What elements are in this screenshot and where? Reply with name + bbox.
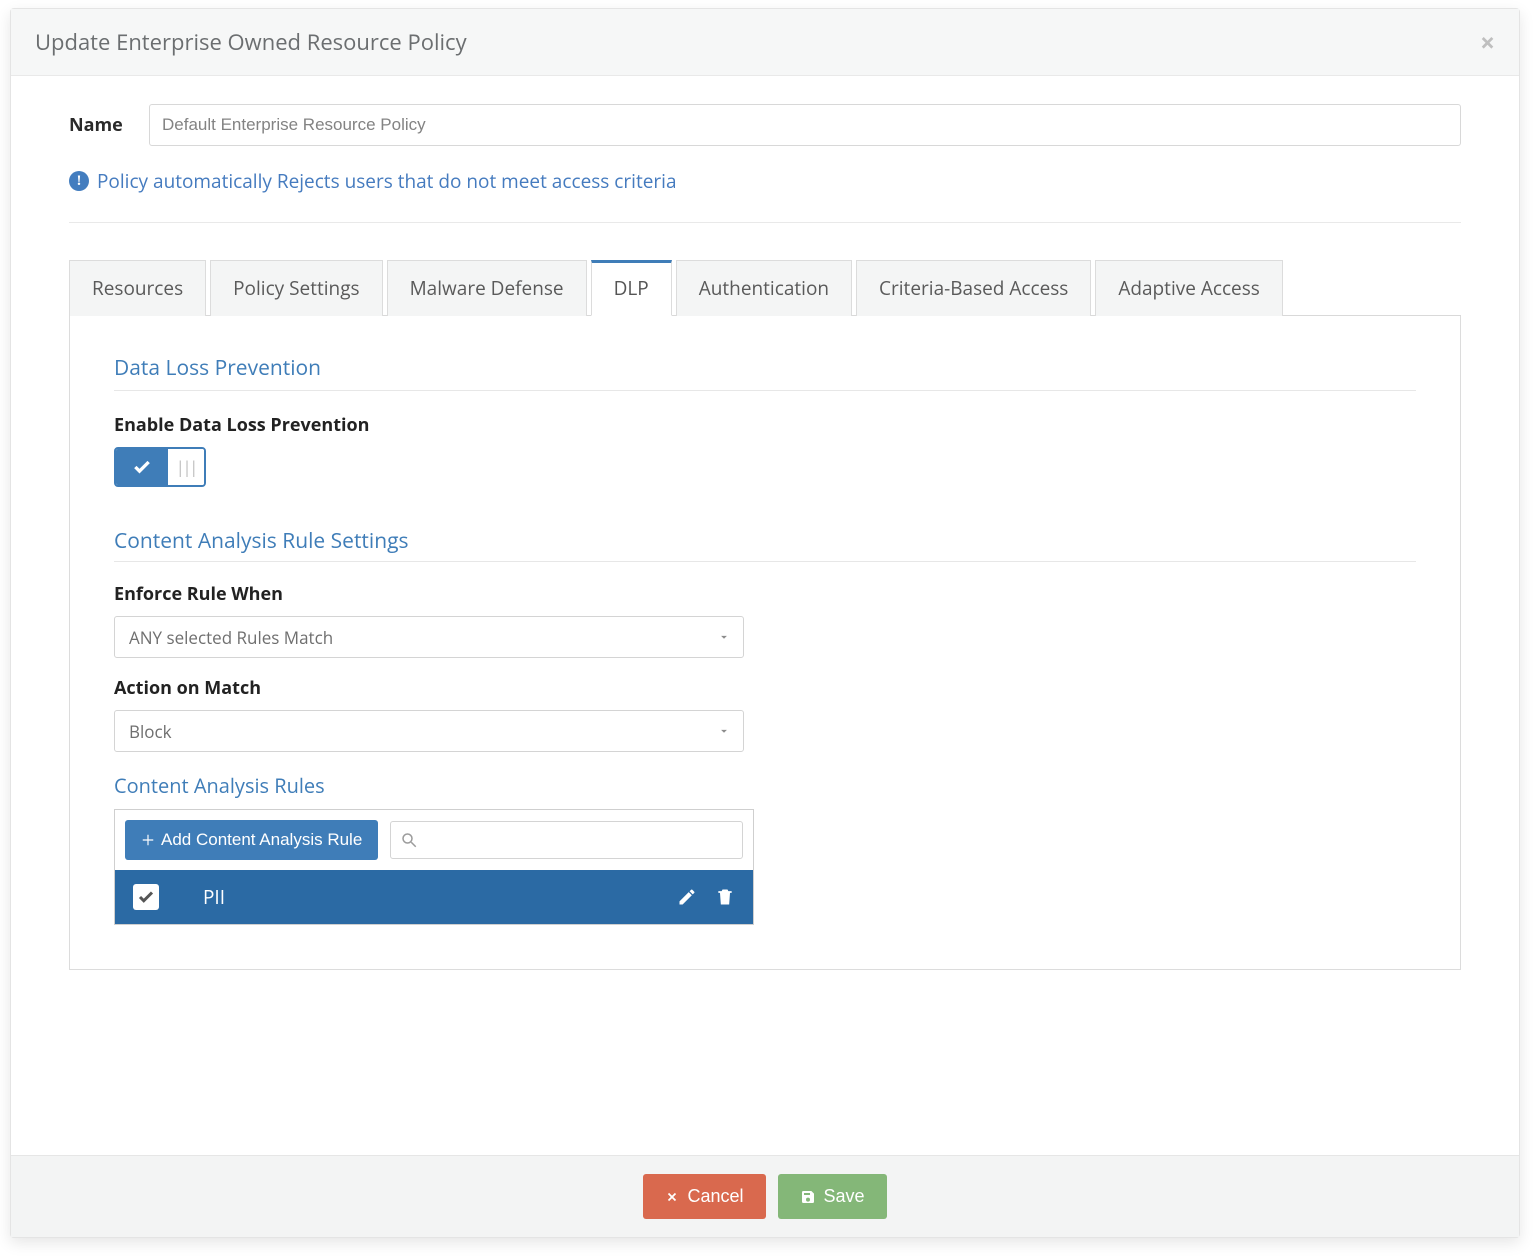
dialog-header: Update Enterprise Owned Resource Policy … xyxy=(11,9,1519,76)
rule-checkbox[interactable] xyxy=(133,884,159,910)
add-content-rule-label: Add Content Analysis Rule xyxy=(161,830,362,850)
rule-settings-heading: Content Analysis Rule Settings xyxy=(114,527,1416,562)
tab-resources[interactable]: Resources xyxy=(69,260,206,316)
save-button[interactable]: Save xyxy=(778,1174,887,1219)
rule-row[interactable]: PII xyxy=(115,870,753,924)
rule-actions xyxy=(677,887,735,907)
name-label: Name xyxy=(69,113,149,137)
rule-search-input[interactable] xyxy=(390,821,743,859)
tab-authentication[interactable]: Authentication xyxy=(676,260,852,316)
x-icon xyxy=(665,1190,679,1204)
tab-bar: Resources Policy Settings Malware Defens… xyxy=(69,259,1461,316)
enforce-rule-value: ANY selected Rules Match xyxy=(129,626,333,649)
chevron-down-icon xyxy=(717,724,731,738)
check-icon xyxy=(116,449,168,485)
rule-name: PII xyxy=(179,884,657,910)
name-input[interactable] xyxy=(149,104,1461,146)
action-on-match-select[interactable]: Block xyxy=(114,710,744,752)
dialog-body: Name ! Policy automatically Rejects user… xyxy=(11,76,1519,1155)
action-on-match-label: Action on Match xyxy=(114,676,1416,700)
action-on-match-value: Block xyxy=(129,720,172,743)
rules-toolbar: Add Content Analysis Rule xyxy=(115,810,753,870)
save-label: Save xyxy=(824,1186,865,1207)
info-icon: ! xyxy=(69,171,89,191)
rule-search-wrap xyxy=(390,821,743,859)
save-icon xyxy=(800,1189,816,1205)
update-policy-dialog: Update Enterprise Owned Resource Policy … xyxy=(10,8,1520,1238)
tab-malware-defense[interactable]: Malware Defense xyxy=(387,260,587,316)
tab-criteria-based-access[interactable]: Criteria-Based Access xyxy=(856,260,1091,316)
enable-dlp-label: Enable Data Loss Prevention xyxy=(114,413,1416,437)
cancel-button[interactable]: Cancel xyxy=(643,1174,765,1219)
cancel-label: Cancel xyxy=(687,1186,743,1207)
dialog-footer: Cancel Save xyxy=(11,1155,1519,1237)
dialog-title: Update Enterprise Owned Resource Policy xyxy=(35,27,467,57)
chevron-down-icon xyxy=(717,630,731,644)
add-content-rule-button[interactable]: Add Content Analysis Rule xyxy=(125,820,378,860)
delete-icon[interactable] xyxy=(715,887,735,907)
tab-adaptive-access[interactable]: Adaptive Access xyxy=(1095,260,1282,316)
close-icon[interactable]: × xyxy=(1480,29,1495,55)
grip-icon: ||| xyxy=(168,449,204,485)
content-rules-box: Add Content Analysis Rule PII xyxy=(114,809,754,925)
plus-icon xyxy=(141,833,155,847)
info-text: Policy automatically Rejects users that … xyxy=(97,168,677,194)
tab-dlp[interactable]: DLP xyxy=(591,260,672,316)
edit-icon[interactable] xyxy=(677,887,697,907)
enable-dlp-toggle[interactable]: ||| xyxy=(114,447,206,487)
tab-policy-settings[interactable]: Policy Settings xyxy=(210,260,382,316)
search-icon xyxy=(400,831,418,849)
content-rules-heading: Content Analysis Rules xyxy=(114,772,1416,799)
info-banner: ! Policy automatically Rejects users tha… xyxy=(69,168,1461,223)
enforce-rule-select[interactable]: ANY selected Rules Match xyxy=(114,616,744,658)
dlp-section-heading: Data Loss Prevention xyxy=(114,354,1416,391)
enforce-rule-label: Enforce Rule When xyxy=(114,582,1416,606)
tab-content-dlp: Data Loss Prevention Enable Data Loss Pr… xyxy=(69,316,1461,970)
name-row: Name xyxy=(69,104,1461,146)
